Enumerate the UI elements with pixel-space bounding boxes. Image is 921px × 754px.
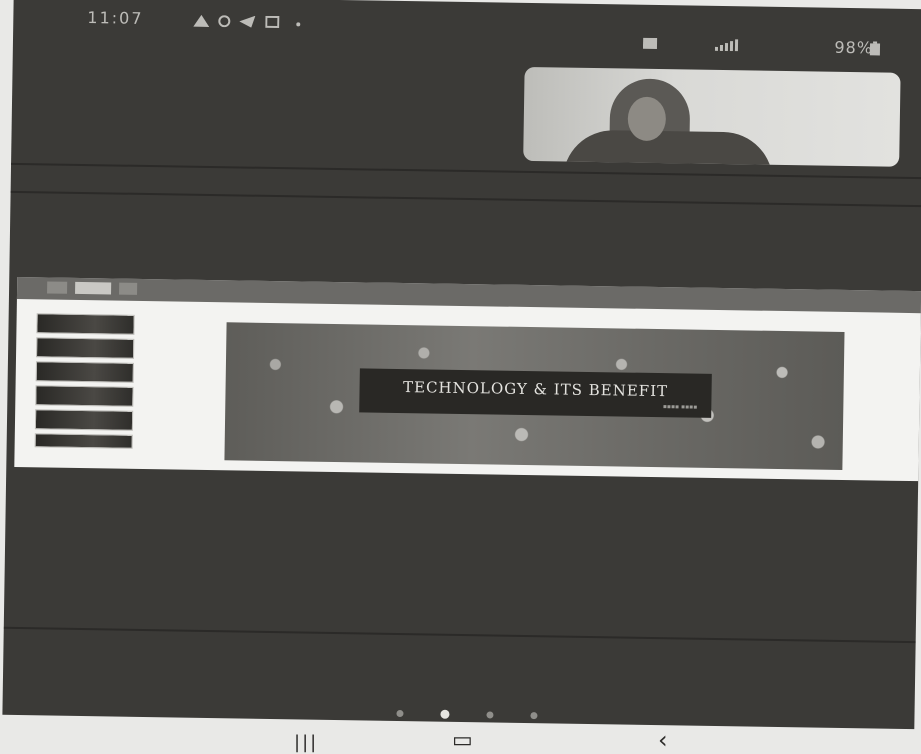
status-time: 11:07 bbox=[87, 8, 144, 28]
page-indicator bbox=[388, 707, 548, 722]
page-dot[interactable] bbox=[530, 712, 538, 720]
slide-thumbnail[interactable] bbox=[35, 361, 134, 383]
page-dot[interactable] bbox=[396, 709, 404, 718]
slide-thumbnail[interactable] bbox=[34, 409, 134, 431]
whatsapp-icon bbox=[217, 12, 233, 28]
gallery-icon bbox=[265, 13, 281, 29]
dot-icon bbox=[295, 13, 311, 27]
slide-thumbnail[interactable] bbox=[35, 385, 134, 407]
page-dot[interactable] bbox=[486, 711, 494, 719]
toolbar-tab[interactable] bbox=[47, 281, 68, 294]
slide-title-box: TECHNOLOGY & ITS BENEFIT ▪▪▪▪ ▪▪▪▪ bbox=[359, 368, 712, 418]
presentation-toolbar bbox=[16, 276, 921, 314]
battery-icon bbox=[869, 40, 885, 56]
participant-body bbox=[562, 129, 774, 167]
participant-video[interactable] bbox=[523, 66, 901, 167]
slide-title: TECHNOLOGY & ITS BENEFIT bbox=[402, 378, 669, 401]
slide-thumbnail[interactable] bbox=[34, 433, 133, 449]
navigation-icon bbox=[239, 12, 256, 28]
slide-subtitle: ▪▪▪▪ ▪▪▪▪ bbox=[662, 403, 698, 411]
slide-thumbnails bbox=[34, 313, 136, 461]
home-button[interactable]: ▭ bbox=[452, 728, 473, 753]
wifi-icon bbox=[642, 35, 659, 49]
divider bbox=[3, 626, 916, 644]
current-slide: TECHNOLOGY & ITS BENEFIT ▪▪▪▪ ▪▪▪▪ bbox=[224, 322, 845, 470]
divider bbox=[10, 190, 921, 208]
navigation-bar: ||| ▭ ‹ bbox=[0, 726, 921, 754]
warning-icon bbox=[193, 12, 210, 27]
slide-thumbnail[interactable] bbox=[36, 337, 135, 359]
back-button[interactable]: ‹ bbox=[658, 726, 668, 754]
phone-screen: 11:07 98% TECHNOLOGY & ITS BENEFIT ▪▪▪▪ … bbox=[2, 0, 921, 730]
slide-thumbnail[interactable] bbox=[36, 313, 135, 335]
battery-percent: 98% bbox=[834, 37, 874, 58]
recent-apps-button[interactable]: ||| bbox=[294, 732, 318, 753]
page-dot-active[interactable] bbox=[440, 709, 450, 719]
toolbar-tab-active[interactable] bbox=[75, 281, 112, 295]
divider bbox=[11, 162, 921, 180]
toolbar-tab[interactable] bbox=[119, 282, 138, 295]
status-bar: 11:07 98% bbox=[13, 0, 921, 57]
signal-icon bbox=[714, 36, 739, 52]
shared-presentation[interactable]: TECHNOLOGY & ITS BENEFIT ▪▪▪▪ ▪▪▪▪ bbox=[14, 276, 921, 482]
